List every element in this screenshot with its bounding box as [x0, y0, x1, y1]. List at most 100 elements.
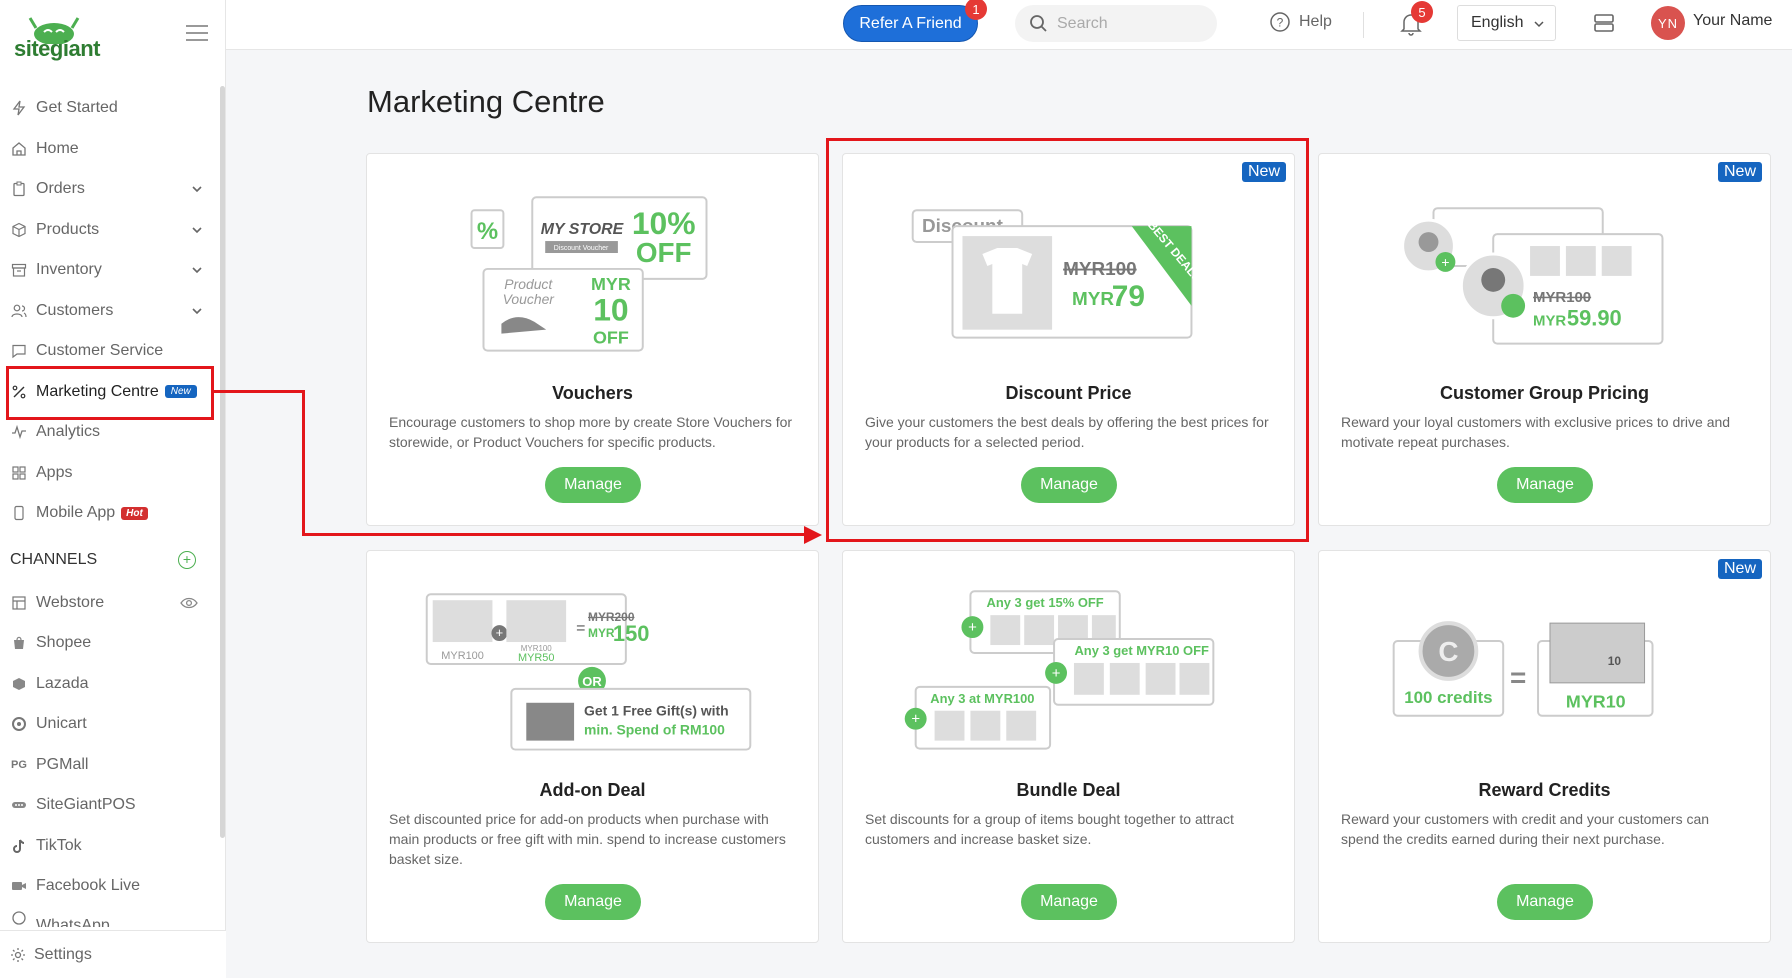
svg-text:MYR10: MYR10: [1566, 692, 1626, 712]
svg-text:Any 3 at MYR100: Any 3 at MYR100: [930, 691, 1034, 706]
annotation-arrowhead: [804, 526, 822, 544]
video-icon: [10, 877, 28, 895]
pos-icon: [10, 796, 28, 814]
menu-toggle-icon[interactable]: [186, 25, 208, 41]
svg-text:+: +: [1052, 665, 1061, 682]
sidebar-item-label: Mobile App: [36, 504, 116, 522]
help-link[interactable]: ? Help: [1269, 11, 1332, 33]
sidebar-item-get-started[interactable]: Get Started: [0, 88, 220, 129]
voucher-store-text: MY STORE: [541, 221, 624, 238]
refer-a-friend-button[interactable]: Refer A Friend: [843, 5, 978, 42]
svg-text:59.90: 59.90: [1567, 306, 1622, 331]
sidebar-item-home[interactable]: Home: [0, 129, 220, 170]
manage-vouchers-button[interactable]: Manage: [545, 467, 641, 503]
svg-text:10: 10: [1608, 654, 1622, 668]
shopee-icon: [10, 634, 28, 652]
apps-icon: [10, 464, 28, 482]
card-description: Reward your customers with credit and yo…: [1341, 811, 1710, 847]
sidebar-item-settings[interactable]: Settings: [0, 930, 226, 978]
svg-text:+: +: [911, 711, 920, 728]
svg-text:Any 3 get 15% OFF: Any 3 get 15% OFF: [987, 595, 1104, 610]
sidebar-item-products[interactable]: Products: [0, 210, 220, 251]
sidebar-item-webstore[interactable]: Webstore: [0, 583, 220, 624]
svg-text:OFF: OFF: [593, 328, 629, 348]
help-icon: ?: [1270, 12, 1290, 32]
card-add-on-deal: MYR100 + MYR100 MYR50 = MYR200 MYR 150 O…: [366, 550, 819, 943]
svg-text:OFF: OFF: [636, 237, 692, 268]
annotation-line: [302, 533, 808, 536]
svg-text:Voucher: Voucher: [503, 291, 556, 307]
sidebar-nav: Get Started Home Orders Products Invento…: [0, 88, 220, 927]
sidebar-item-label: Facebook Live: [36, 877, 141, 895]
sidebar-item-whatsapp[interactable]: WhatsApp: [0, 907, 220, 927]
svg-text:Discount Voucher: Discount Voucher: [554, 245, 609, 252]
manage-reward-credits-button[interactable]: Manage: [1497, 884, 1593, 920]
sidebar-item-pgmall[interactable]: PG PGMall: [0, 745, 220, 786]
sidebar-item-label: Analytics: [36, 423, 101, 441]
svg-text:+: +: [496, 625, 504, 640]
search-input[interactable]: Search: [1015, 5, 1217, 42]
svg-text:%: %: [477, 218, 498, 245]
sidebar-item-lazada[interactable]: Lazada: [0, 664, 220, 705]
card-description: Encourage customers to shop more by crea…: [389, 414, 793, 450]
sidebar-item-label: Webstore: [36, 593, 105, 611]
card-vouchers: % MY STORE Discount Voucher 10% OFF Prod…: [366, 153, 819, 526]
chevron-down-icon: [1534, 21, 1544, 28]
svg-text:+: +: [968, 619, 977, 636]
sidebar-item-apps[interactable]: Apps: [0, 453, 220, 494]
customer-group-pricing-illustration: + MYR100 MYR 59.90: [1401, 207, 1664, 345]
sidebar-item-inventory[interactable]: Inventory: [0, 250, 220, 291]
sidebar-item-label: Customer Service: [36, 342, 164, 360]
settings-label: Settings: [34, 945, 92, 963]
sidebar-item-shopee[interactable]: Shopee: [0, 623, 220, 664]
svg-text:MYR100: MYR100: [1533, 289, 1591, 306]
sidebar-item-orders[interactable]: Orders: [0, 169, 220, 210]
sidebar-item-unicart[interactable]: Unicart: [0, 704, 220, 745]
language-select[interactable]: English: [1457, 5, 1556, 41]
manage-customer-group-pricing-button[interactable]: Manage: [1497, 467, 1593, 503]
unicart-icon: [10, 715, 28, 733]
svg-text:MYR100: MYR100: [441, 650, 484, 662]
svg-text:+: +: [1441, 254, 1449, 270]
sidebar-item-facebook-live[interactable]: Facebook Live: [0, 866, 220, 907]
search-placeholder: Search: [1057, 14, 1108, 32]
sidebar-item-customers[interactable]: Customers: [0, 291, 220, 332]
annotation-line: [302, 390, 305, 536]
manage-add-on-deal-button[interactable]: Manage: [545, 884, 641, 920]
channels-heading-label: CHANNELS: [10, 551, 98, 568]
chevron-down-icon[interactable]: [190, 304, 204, 318]
clipboard-icon: [10, 180, 28, 198]
reward-credits-illustration: C 100 credits = 10 MYR10: [1392, 621, 1654, 717]
user-name[interactable]: Your Name: [1693, 12, 1772, 30]
card-reward-credits: New C 100 credits = 10 MYR10 Reward Cred…: [1318, 550, 1771, 943]
divider: [1363, 12, 1364, 38]
svg-text:100 credits: 100 credits: [1404, 688, 1492, 707]
svg-text:10%: 10%: [632, 205, 696, 241]
hot-badge: Hot: [121, 506, 148, 520]
card-title: Reward Credits: [1478, 780, 1611, 800]
sidebar-item-sitegiantpos[interactable]: SiteGiantPOS: [0, 785, 220, 826]
store-icon: [10, 594, 28, 612]
svg-text:Any 3 get MYR10 OFF: Any 3 get MYR10 OFF: [1074, 643, 1209, 658]
svg-text:Product: Product: [504, 276, 553, 292]
sidebar-item-mobile-app[interactable]: Mobile App Hot: [0, 493, 220, 534]
chat-icon: [10, 342, 28, 360]
add-channel-icon[interactable]: +: [178, 550, 196, 569]
sidebar-item-label: Inventory: [36, 261, 102, 279]
layout-toggle-icon[interactable]: [1593, 12, 1615, 34]
avatar[interactable]: YN: [1651, 6, 1685, 40]
manage-bundle-deal-button[interactable]: Manage: [1021, 884, 1117, 920]
sidebar-item-label: Home: [36, 139, 79, 157]
annotation-line: [212, 390, 304, 393]
sidebar-item-label: Apps: [36, 463, 73, 481]
sidebar-item-tiktok[interactable]: TikTok: [0, 826, 220, 867]
phone-icon: [10, 504, 28, 522]
chevron-down-icon[interactable]: [190, 223, 204, 237]
chevron-down-icon[interactable]: [190, 263, 204, 277]
add-on-deal-illustration: MYR100 + MYR100 MYR50 = MYR200 MYR 150 O…: [425, 593, 752, 751]
notification-count-badge: 5: [1411, 1, 1433, 23]
eye-icon[interactable]: [180, 596, 198, 610]
sidebar-scrollbar[interactable]: [220, 86, 225, 838]
sitegiant-logo[interactable]: sitegiant: [14, 14, 114, 64]
chevron-down-icon[interactable]: [190, 182, 204, 196]
